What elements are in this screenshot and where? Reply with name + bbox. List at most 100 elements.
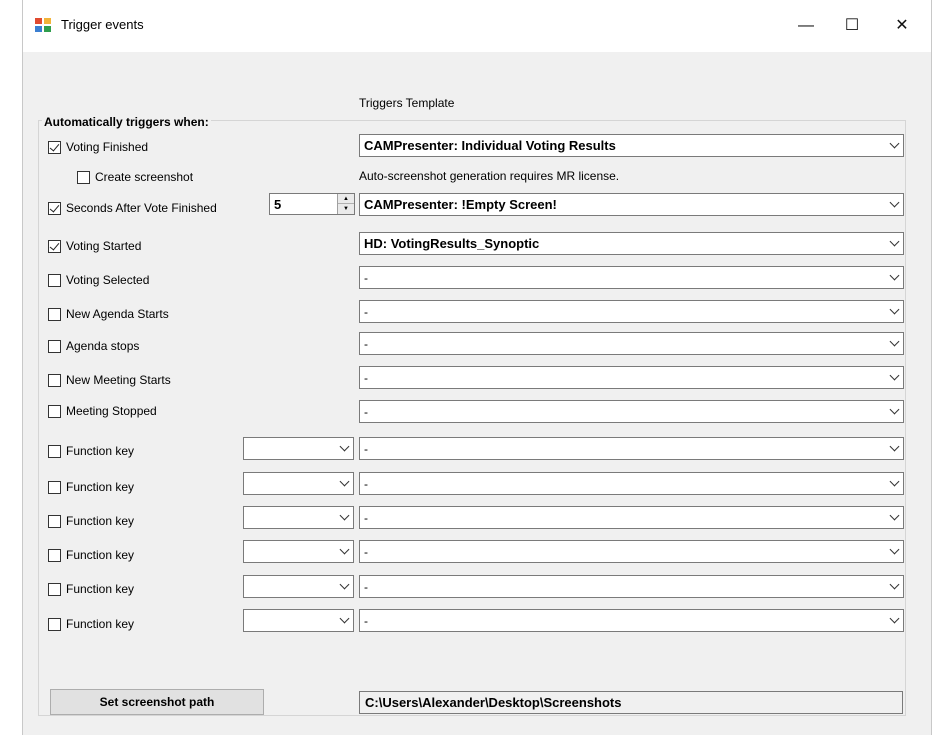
- chevron-down-icon: [335, 576, 353, 597]
- voting-started-template-select[interactable]: HD: VotingResults_Synoptic: [359, 232, 904, 255]
- checkbox-box[interactable]: [77, 170, 90, 184]
- checkbox-box[interactable]: [48, 444, 61, 458]
- chevron-down-icon: [885, 541, 903, 562]
- screenshot-path-field[interactable]: C:\Users\Alexander\Desktop\Screenshots: [359, 691, 903, 714]
- close-icon: ✕: [895, 17, 909, 34]
- create-screenshot-checkbox[interactable]: Create screenshot: [77, 170, 193, 184]
- function-key-template-select-5[interactable]: -: [359, 575, 904, 598]
- chevron-down-icon: [885, 610, 903, 631]
- checkbox-label: Function key: [66, 582, 135, 596]
- checkbox-box[interactable]: [48, 548, 61, 562]
- checkbox-box[interactable]: [48, 201, 61, 215]
- checkbox-label: Create screenshot: [95, 170, 194, 184]
- checkbox-box[interactable]: [48, 582, 61, 596]
- checkbox-box[interactable]: [48, 239, 61, 253]
- stepper-up-icon[interactable]: ▲: [338, 194, 354, 204]
- checkbox-label: New Agenda Starts: [66, 307, 169, 321]
- agenda-stops-checkbox[interactable]: Agenda stops: [48, 339, 139, 353]
- checkbox-label: Function key: [66, 617, 135, 631]
- function-key-select-1[interactable]: [243, 437, 354, 460]
- seconds-after-vote-checkbox[interactable]: Seconds After Vote Finished: [48, 201, 217, 215]
- seconds-stepper[interactable]: 5 ▲ ▼: [269, 193, 355, 215]
- function-key-checkbox-4[interactable]: Function key: [48, 548, 134, 562]
- chevron-down-icon: [885, 194, 903, 215]
- checkbox-label: Seconds After Vote Finished: [66, 201, 217, 215]
- title-bar[interactable]: Trigger events — ☐ ✕: [23, 0, 931, 52]
- groupbox-title: Automatically triggers when:: [42, 115, 211, 129]
- voting-finished-checkbox[interactable]: Voting Finished: [48, 140, 148, 154]
- chevron-down-icon: [335, 438, 353, 459]
- chevron-down-icon: [885, 473, 903, 494]
- chevron-down-icon: [885, 301, 903, 322]
- app-icon: [35, 18, 51, 32]
- checkbox-box[interactable]: [48, 514, 61, 528]
- checkbox-label: Voting Selected: [66, 273, 150, 287]
- checkbox-label: Function key: [66, 514, 135, 528]
- maximize-button[interactable]: ☐: [829, 8, 875, 44]
- chevron-down-icon: [885, 401, 903, 422]
- function-key-template-select-2[interactable]: -: [359, 472, 904, 495]
- meeting-stopped-template-select[interactable]: -: [359, 400, 904, 423]
- checkbox-box[interactable]: [48, 373, 61, 387]
- voting-finished-template-select[interactable]: CAMPresenter: Individual Voting Results: [359, 134, 904, 157]
- maximize-icon: ☐: [844, 17, 860, 34]
- chevron-down-icon: [885, 267, 903, 288]
- chevron-down-icon: [335, 610, 353, 631]
- function-key-checkbox-2[interactable]: Function key: [48, 480, 134, 494]
- function-key-template-select-1[interactable]: -: [359, 437, 904, 460]
- checkbox-box[interactable]: [48, 140, 61, 154]
- voting-started-checkbox[interactable]: Voting Started: [48, 239, 141, 253]
- checkbox-label: Agenda stops: [66, 339, 140, 353]
- meeting-stopped-checkbox[interactable]: Meeting Stopped: [48, 404, 157, 418]
- triggers-template-label: Triggers Template: [359, 96, 455, 110]
- function-key-select-5[interactable]: [243, 575, 354, 598]
- chevron-down-icon: [885, 438, 903, 459]
- minimize-icon: —: [798, 17, 814, 34]
- checkbox-box[interactable]: [48, 480, 61, 494]
- function-key-checkbox-3[interactable]: Function key: [48, 514, 134, 528]
- minimize-button[interactable]: —: [783, 8, 829, 44]
- checkbox-box[interactable]: [48, 617, 61, 631]
- checkbox-label: Function key: [66, 444, 135, 458]
- function-key-select-4[interactable]: [243, 540, 354, 563]
- stepper-down-icon[interactable]: ▼: [338, 204, 354, 214]
- checkbox-box[interactable]: [48, 404, 61, 418]
- new-agenda-starts-checkbox[interactable]: New Agenda Starts: [48, 307, 169, 321]
- checkbox-label: Function key: [66, 480, 135, 494]
- new-meeting-starts-checkbox[interactable]: New Meeting Starts: [48, 373, 171, 387]
- checkbox-label: New Meeting Starts: [66, 373, 171, 387]
- function-key-select-2[interactable]: [243, 472, 354, 495]
- function-key-template-select-4[interactable]: -: [359, 540, 904, 563]
- agenda-stops-template-select[interactable]: -: [359, 332, 904, 355]
- new-agenda-template-select[interactable]: -: [359, 300, 904, 323]
- checkbox-label: Voting Finished: [66, 140, 149, 154]
- checkbox-label: Voting Started: [66, 239, 142, 253]
- checkbox-box[interactable]: [48, 339, 61, 353]
- chevron-down-icon: [335, 473, 353, 494]
- function-key-select-6[interactable]: [243, 609, 354, 632]
- checkbox-box[interactable]: [48, 273, 61, 287]
- chevron-down-icon: [335, 507, 353, 528]
- voting-selected-template-select[interactable]: -: [359, 266, 904, 289]
- function-key-checkbox-6[interactable]: Function key: [48, 617, 134, 631]
- close-button[interactable]: ✕: [879, 8, 925, 44]
- chevron-down-icon: [335, 541, 353, 562]
- chevron-down-icon: [885, 507, 903, 528]
- chevron-down-icon: [885, 367, 903, 388]
- new-meeting-template-select[interactable]: -: [359, 366, 904, 389]
- function-key-template-select-3[interactable]: -: [359, 506, 904, 529]
- function-key-checkbox-5[interactable]: Function key: [48, 582, 134, 596]
- function-key-checkbox-1[interactable]: Function key: [48, 444, 134, 458]
- trigger-events-window: Trigger events — ☐ ✕ Triggers Template A…: [22, 0, 932, 735]
- license-note: Auto-screenshot generation requires MR l…: [359, 169, 620, 183]
- checkbox-label: Meeting Stopped: [66, 404, 157, 418]
- chevron-down-icon: [885, 576, 903, 597]
- checkbox-box[interactable]: [48, 307, 61, 321]
- seconds-after-template-select[interactable]: CAMPresenter: !Empty Screen!: [359, 193, 904, 216]
- set-screenshot-path-button[interactable]: Set screenshot path: [50, 689, 264, 715]
- function-key-select-3[interactable]: [243, 506, 354, 529]
- chevron-down-icon: [885, 233, 903, 254]
- function-key-template-select-6[interactable]: -: [359, 609, 904, 632]
- voting-selected-checkbox[interactable]: Voting Selected: [48, 273, 149, 287]
- chevron-down-icon: [885, 135, 903, 156]
